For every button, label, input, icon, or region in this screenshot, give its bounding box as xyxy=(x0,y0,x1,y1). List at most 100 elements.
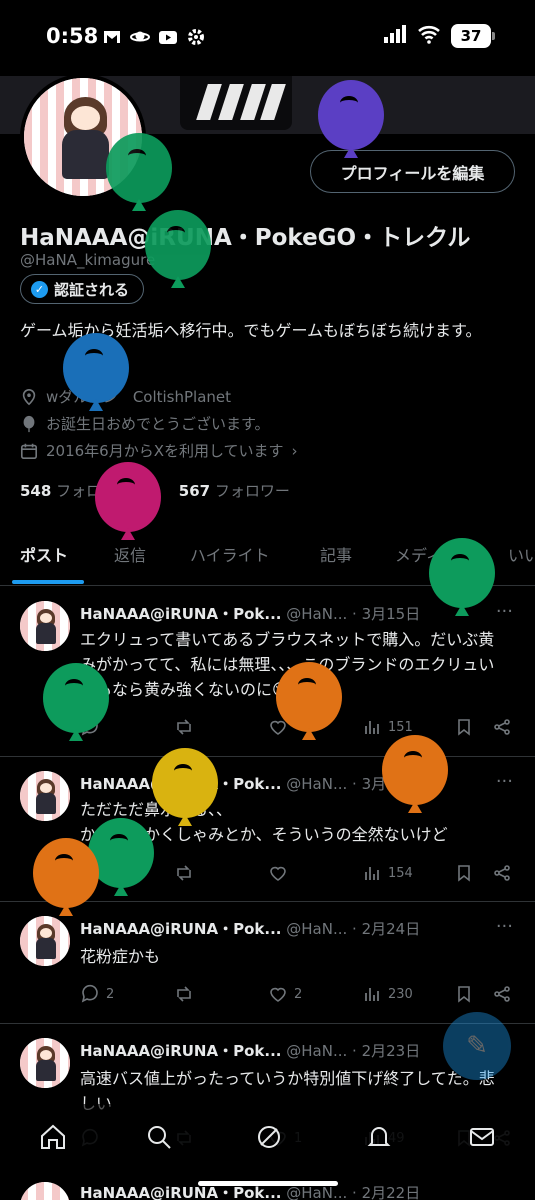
balloon-decoration xyxy=(382,735,450,813)
youtube-icon xyxy=(158,27,178,47)
more-options-icon[interactable]: ··· xyxy=(496,771,513,792)
wifi-icon xyxy=(417,24,441,48)
balloon-decoration xyxy=(429,538,497,616)
balloon-decoration xyxy=(43,663,111,741)
location-pin-icon xyxy=(20,388,38,406)
followers-link[interactable]: 567 フォロワー xyxy=(179,482,290,500)
verified-label: 認証される xyxy=(54,280,130,299)
bookmark-button[interactable] xyxy=(454,984,474,1004)
profile-handle: @HaNA_kimagure xyxy=(20,251,156,269)
more-options-icon[interactable]: ··· xyxy=(496,916,513,937)
like-button[interactable]: 2 xyxy=(268,984,302,1004)
balloon-decoration xyxy=(318,80,386,158)
post-handle: @HaN... xyxy=(286,1042,348,1060)
battery-indicator: 37 xyxy=(451,24,495,48)
tab-likes[interactable]: いい xyxy=(508,542,535,566)
post-date: · 2月23日 xyxy=(352,1042,421,1060)
bookmark-button[interactable] xyxy=(454,717,474,737)
status-notification-icons xyxy=(102,27,206,47)
balloon-decoration xyxy=(95,462,163,540)
views-button[interactable]: 151 xyxy=(362,717,413,737)
post-handle: @HaN... xyxy=(286,1184,348,1200)
repost-button[interactable] xyxy=(174,863,194,883)
post-date: · 2月24日 xyxy=(352,920,421,938)
profile-name: HaNAAA@iRUNA・PokeGO・トレクル xyxy=(20,225,471,251)
chevron-right-icon: › xyxy=(291,441,298,460)
post-avatar[interactable] xyxy=(20,601,70,651)
post-header: HaNAAA@iRUNA・Pok... @HaN... · 3月1日 xyxy=(80,773,411,794)
post-handle: @HaN... xyxy=(286,605,348,623)
active-tab-indicator xyxy=(12,580,84,584)
post-author[interactable]: HaNAAA@iRUNA・Pok... xyxy=(80,605,281,623)
post-handle: @HaN... xyxy=(286,920,348,938)
like-button[interactable] xyxy=(268,863,288,883)
status-bar: 0:58 37 xyxy=(0,0,535,76)
post-avatar[interactable] xyxy=(20,1038,70,1088)
grok-icon[interactable] xyxy=(254,1122,284,1152)
signal-icon xyxy=(383,24,407,48)
home-icon[interactable] xyxy=(38,1122,68,1152)
get-verified-button[interactable]: ✓ 認証される xyxy=(20,274,145,304)
post-actions: 2 2 230 xyxy=(80,984,510,1010)
views-button[interactable]: 154 xyxy=(362,863,413,883)
verified-badge-icon: ✓ xyxy=(31,280,48,298)
balloon-icon xyxy=(20,415,38,433)
balloon-decoration xyxy=(106,133,174,211)
post-date: · 3月15日 xyxy=(352,605,421,623)
views-button[interactable]: 230 xyxy=(362,984,413,1004)
banner-logo xyxy=(180,76,292,130)
balloon-decoration xyxy=(152,748,220,826)
post-avatar[interactable] xyxy=(20,916,70,966)
bookmark-button[interactable] xyxy=(454,863,474,883)
views-count: 230 xyxy=(388,986,413,1002)
joined-text: 2016年6月からXを利用しています xyxy=(46,442,284,460)
post-author[interactable]: HaNAAA@iRUNA・Pok... xyxy=(80,1042,281,1060)
post-header: HaNAAA@iRUNA・Pok... @HaN... · 2月23日 xyxy=(80,1040,420,1061)
balloon-decoration xyxy=(145,210,213,288)
status-time: 0:58 xyxy=(46,24,99,48)
calendar-icon xyxy=(20,442,38,460)
gmail-icon xyxy=(102,27,122,47)
messages-icon[interactable] xyxy=(467,1122,497,1152)
post-text: 花粉症かも xyxy=(80,947,161,966)
tab-posts[interactable]: ポスト xyxy=(20,542,68,566)
repost-button[interactable] xyxy=(174,717,194,737)
post-author[interactable]: HaNAAA@iRUNA・Pok... xyxy=(80,1184,281,1200)
profile-joined[interactable]: 2016年6月からXを利用しています › xyxy=(20,440,298,461)
share-button[interactable] xyxy=(492,984,512,1004)
post-avatar[interactable] xyxy=(20,1182,70,1200)
views-count: 151 xyxy=(388,719,413,735)
post-avatar[interactable] xyxy=(20,771,70,821)
post-header: HaNAAA@iRUNA・Pok... @HaN... · 3月15日 xyxy=(80,603,420,624)
post-date: · 2月22日 xyxy=(352,1184,421,1200)
balloon-decoration xyxy=(63,333,131,411)
compose-feather-icon: ✎ xyxy=(466,1031,488,1061)
balloon-decoration xyxy=(33,838,101,916)
repost-button[interactable] xyxy=(174,984,194,1004)
balloon-decoration xyxy=(276,662,344,740)
reply-button[interactable]: 2 xyxy=(80,984,114,1004)
more-options-icon[interactable]: ··· xyxy=(496,601,513,622)
profile-birthday: お誕生日おめでとうございます。 xyxy=(20,413,270,434)
post-handle: @HaN... xyxy=(286,775,348,793)
bottom-navigation xyxy=(0,1104,535,1174)
search-icon[interactable] xyxy=(144,1122,174,1152)
share-button[interactable] xyxy=(492,863,512,883)
settings-icon xyxy=(186,27,206,47)
post-item[interactable]: HaNAAA@iRUNA・Pok... @HaN... · 2月24日 ··· … xyxy=(0,902,535,1024)
planet-icon xyxy=(130,27,150,47)
compose-post-button[interactable]: ✎ xyxy=(443,1012,511,1080)
birthday-text: お誕生日おめでとうございます。 xyxy=(46,415,270,433)
replies-count: 2 xyxy=(106,986,115,1002)
notifications-icon[interactable] xyxy=(364,1122,394,1152)
likes-count: 2 xyxy=(294,986,303,1002)
home-indicator[interactable] xyxy=(198,1181,338,1186)
post-item[interactable]: HaNAAA@iRUNA・Pok... @HaN... · 2月22日 xyxy=(0,1174,535,1200)
post-header: HaNAAA@iRUNA・Pok... @HaN... · 2月24日 xyxy=(80,918,420,939)
share-button[interactable] xyxy=(492,717,512,737)
tab-articles[interactable]: 記事 xyxy=(320,542,352,566)
post-author[interactable]: HaNAAA@iRUNA・Pok... xyxy=(80,920,281,938)
tab-replies[interactable]: 返信 xyxy=(114,542,146,566)
views-count: 154 xyxy=(388,865,413,881)
tab-highlights[interactable]: ハイライト xyxy=(190,542,270,566)
